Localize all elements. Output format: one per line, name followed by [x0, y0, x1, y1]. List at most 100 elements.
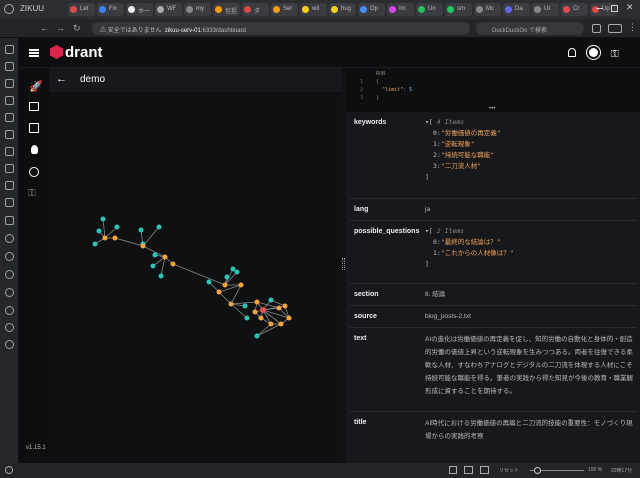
graph-node[interactable]	[156, 224, 162, 230]
sidebar-panel-icon[interactable]	[5, 216, 14, 225]
api-key-icon[interactable]: ⚿	[611, 49, 619, 60]
graph-node[interactable]	[228, 301, 234, 307]
browser-tab[interactable]: ダ	[242, 3, 269, 16]
browser-tab[interactable]: hug	[329, 3, 356, 16]
browser-tab[interactable]: Let	[68, 3, 95, 16]
graph-svg[interactable]	[49, 92, 342, 463]
extensions-icon[interactable]	[592, 24, 601, 33]
browser-tab[interactable]: Op	[358, 3, 385, 16]
app-logo[interactable]: drant	[50, 44, 103, 61]
sidebar-panel-icon[interactable]	[5, 79, 14, 88]
graph-node[interactable]	[252, 309, 258, 315]
back-icon[interactable]: ←	[40, 23, 49, 33]
browser-tab[interactable]: Im	[387, 3, 414, 16]
sidebar-panel-icon[interactable]	[5, 198, 14, 207]
graph-node[interactable]	[96, 228, 102, 234]
graph-node[interactable]	[286, 315, 292, 321]
sidebar-panel-icon[interactable]	[5, 340, 14, 349]
graph-node[interactable]	[138, 227, 144, 233]
graph-node[interactable]	[92, 241, 98, 247]
sidebar-panel-icon[interactable]	[5, 234, 14, 243]
browser-tab[interactable]: UI	[532, 3, 559, 16]
graph-node[interactable]	[238, 282, 244, 288]
forward-icon[interactable]: →	[56, 23, 65, 33]
graph-node[interactable]	[150, 263, 156, 269]
graph-node[interactable]	[258, 315, 264, 321]
sidebar-panel-icon[interactable]	[5, 96, 14, 105]
graph-node[interactable]	[216, 289, 222, 295]
graph-node[interactable]	[282, 303, 288, 309]
zoom-slider[interactable]	[530, 467, 584, 474]
graph-node[interactable]	[152, 252, 158, 258]
code-run-label[interactable]: RUN	[376, 71, 385, 77]
browser-tab[interactable]: WF	[155, 3, 182, 16]
nav-tutorial-icon[interactable]	[31, 145, 38, 154]
close-window-icon[interactable]: ✕	[626, 2, 634, 13]
reload-icon[interactable]: ↻	[73, 23, 81, 34]
graph-node[interactable]	[254, 299, 260, 305]
graph-node[interactable]	[114, 224, 120, 230]
browser-menu-icon[interactable]	[4, 4, 14, 14]
browser-tab[interactable]: ホー	[126, 3, 153, 16]
graph-node[interactable]	[222, 282, 228, 288]
nav-collections-icon[interactable]	[29, 123, 39, 133]
search-field[interactable]: DuckDuckGo で検索	[476, 22, 584, 35]
sidebar-panel-icon[interactable]	[5, 113, 14, 122]
graph-node[interactable]	[276, 305, 282, 311]
sidebar-panel-icon[interactable]	[5, 164, 14, 173]
sidebar-panel-icon[interactable]	[5, 130, 14, 139]
browser-tab[interactable]: 包括	[213, 3, 240, 16]
notifications-icon[interactable]	[568, 48, 576, 57]
sidebar-panel-icon[interactable]	[5, 181, 14, 190]
panel-resize-handle[interactable]	[342, 258, 345, 270]
nav-datasets-icon[interactable]	[29, 167, 39, 177]
sidebar-panel-icon[interactable]	[5, 288, 14, 297]
collapse-toggle-icon[interactable]: ▾	[425, 118, 429, 126]
browser-tab[interactable]: Da	[503, 3, 530, 16]
payload-list[interactable]: ▾[ 2 Items 0:"最終的な結論は？" 1:"これからの人材像は？" ]	[425, 226, 635, 270]
graph-node[interactable]	[170, 261, 176, 267]
maximize-icon[interactable]	[611, 5, 618, 12]
collapse-toggle-icon[interactable]: ▾	[425, 227, 429, 235]
nav-terminal-icon[interactable]	[29, 102, 39, 111]
url-field[interactable]: ⚠ 安全ではありません zikuu-serv-01:6333/dashboard	[92, 22, 470, 35]
zoom-slider-thumb[interactable]	[534, 467, 541, 474]
zoom-reset-label[interactable]: リセット	[499, 467, 519, 474]
graph-node[interactable]	[260, 307, 266, 313]
theme-toggle-icon[interactable]	[589, 48, 598, 57]
sidebar-panel-icon[interactable]	[5, 45, 14, 54]
browser-tab[interactable]: sm	[445, 3, 472, 16]
graph-node[interactable]	[100, 216, 106, 222]
graph-node[interactable]	[234, 269, 240, 275]
graph-node[interactable]	[268, 297, 274, 303]
profile-icon[interactable]	[608, 24, 622, 33]
graph-node[interactable]	[112, 235, 118, 241]
browser-tab[interactable]: Cr	[561, 3, 588, 16]
graph-node[interactable]	[224, 274, 230, 280]
browser-menu-kebab-icon[interactable]: ⋮	[628, 22, 637, 33]
graph-node[interactable]	[158, 273, 164, 279]
graph-node[interactable]	[242, 303, 248, 309]
graph-node[interactable]	[140, 243, 146, 249]
minimize-icon[interactable]	[596, 8, 603, 9]
screenshot-icon[interactable]	[449, 466, 457, 474]
payload-list[interactable]: ▾[ 4 Items 0:"労働価値の再定義" 1:"逆転現象" 2:"持続可能…	[425, 117, 635, 183]
graph-node[interactable]	[206, 279, 212, 285]
graph-node[interactable]	[268, 321, 274, 327]
graph-nodes[interactable]	[92, 216, 292, 339]
sidebar-panel-icon[interactable]	[5, 252, 14, 261]
image-icon[interactable]	[480, 466, 489, 474]
sidebar-panel-icon[interactable]	[5, 270, 14, 279]
browser-tab[interactable]: Fix	[97, 3, 124, 16]
sidebar-panel-icon[interactable]	[5, 147, 14, 156]
sidebar-panel-icon[interactable]	[5, 306, 14, 315]
back-arrow-icon[interactable]: ←	[56, 73, 67, 85]
graph-node[interactable]	[254, 333, 260, 339]
hamburger-icon[interactable]	[29, 49, 39, 57]
settings-icon[interactable]	[5, 466, 13, 474]
sidebar-panel-icon[interactable]	[5, 62, 14, 71]
window-icon[interactable]	[464, 466, 473, 474]
browser-tab[interactable]: Un	[416, 3, 443, 16]
graph-node[interactable]	[102, 235, 108, 241]
browser-tab[interactable]: my	[184, 3, 211, 16]
